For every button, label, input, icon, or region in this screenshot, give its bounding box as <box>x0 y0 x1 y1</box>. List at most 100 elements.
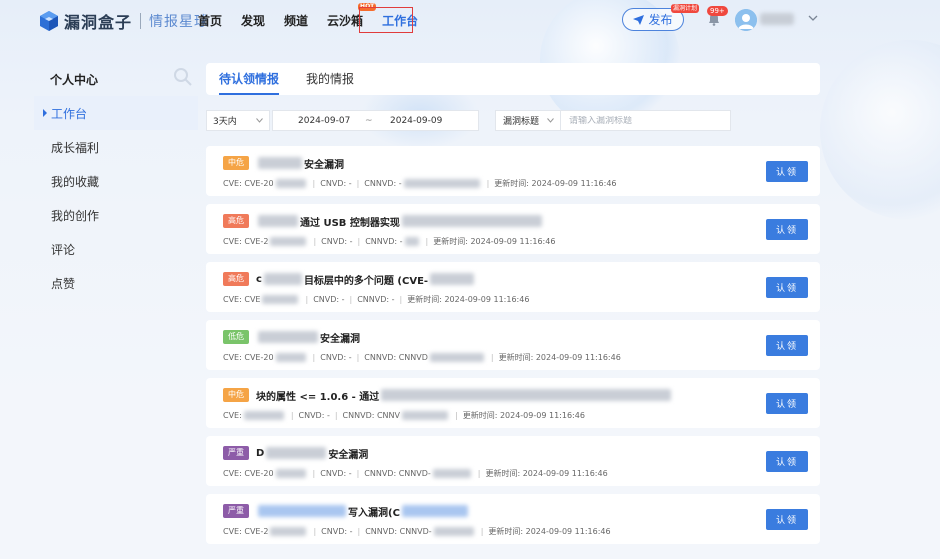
cnnvd-value: CNNVD: CNNV <box>342 410 400 420</box>
meta-divider: | <box>480 526 484 536</box>
cve-label: CVE: <box>223 468 245 478</box>
claim-button[interactable]: 认领 <box>766 161 808 182</box>
title-text: 安全漏洞 <box>320 333 360 345</box>
redacted-text <box>402 410 448 420</box>
meta-divider: | <box>356 178 360 188</box>
intel-card: 严重 D 安全漏洞 CVE: CVE-20 | CNVD: - | CNNVD:… <box>206 436 820 486</box>
sidebar-title-label: 个人中心 <box>50 72 99 87</box>
active-highlight-box <box>359 7 413 33</box>
meta-divider: | <box>312 178 316 188</box>
severity-badge: 中危 <box>223 156 249 170</box>
intel-title[interactable]: 安全漏洞 <box>256 155 344 171</box>
claim-button[interactable]: 认领 <box>766 277 808 298</box>
intel-title[interactable]: 通过 USB 控制器实现 <box>256 213 544 229</box>
meta-divider: | <box>486 178 490 188</box>
updated-time: 更新时间: 2024-09-09 11:16:46 <box>462 410 585 420</box>
username-redacted <box>760 13 794 25</box>
title-text: 写入漏洞(C <box>348 507 400 519</box>
meta-divider: | <box>477 468 481 478</box>
redacted-text <box>258 157 302 169</box>
meta-divider: | <box>490 352 494 362</box>
claim-button[interactable]: 认领 <box>766 219 808 240</box>
redacted-text <box>263 273 302 285</box>
severity-badge: 高危 <box>223 272 249 286</box>
nav-sandbox[interactable]: 云沙箱 HOT <box>327 3 377 29</box>
intel-title[interactable]: 写入漏洞(C <box>256 503 470 519</box>
search-input[interactable] <box>569 115 719 126</box>
claim-button[interactable]: 认领 <box>766 335 808 356</box>
redacted-text <box>270 236 307 246</box>
date-separator: ~ <box>365 115 373 126</box>
intel-meta: CVE: | CNVD: - | CNNVD: CNNV | 更新时间: 202… <box>223 409 585 421</box>
cnvd-value: CNVD: - <box>320 178 352 188</box>
cve-value: CVE-20 <box>244 352 274 362</box>
nav-channel[interactable]: 频道 <box>284 12 308 29</box>
severity-badge: 严重 <box>223 504 249 518</box>
date-range-picker[interactable]: 2024-09-07 ~ 2024-09-09 <box>272 110 479 131</box>
redacted-text <box>275 468 306 478</box>
claim-button[interactable]: 认领 <box>766 509 808 530</box>
redacted-text <box>262 294 299 304</box>
nav-discover[interactable]: 发现 <box>241 12 265 29</box>
meta-divider: | <box>349 294 353 304</box>
sidebar-item-comments[interactable]: 评论 <box>34 232 198 266</box>
title-text: 块的属性 <= 1.0.6 - 通过 <box>256 391 380 403</box>
sidebar-item-label: 工作台 <box>51 106 88 121</box>
redacted-text <box>258 331 318 343</box>
cnvd-value: CNVD: - <box>313 294 345 304</box>
intel-card: 低危 安全漏洞 CVE: CVE-20 | CNVD: - | CNNVD: C… <box>206 320 820 370</box>
cube-logo-icon <box>40 11 58 31</box>
tab-my-intel[interactable]: 我的情报 <box>306 63 354 95</box>
cve-value: CVE-2 <box>244 526 269 536</box>
sidebar-item-creations[interactable]: 我的创作 <box>34 198 198 232</box>
cnnvd-value: CNNVD: CNNVD- <box>364 468 431 478</box>
intel-title[interactable]: 块的属性 <= 1.0.6 - 通过 <box>256 387 673 403</box>
intel-meta: CVE: CVE | CNVD: - | CNNVD: - | 更新时间: 20… <box>223 293 529 305</box>
intel-meta: CVE: CVE-20 | CNVD: - | CNNVD: CNNVD | 更… <box>223 351 621 363</box>
send-icon <box>633 14 645 25</box>
chevron-down-icon[interactable] <box>808 14 818 22</box>
intel-title[interactable]: D 安全漏洞 <box>256 445 368 461</box>
intel-card: 中危 安全漏洞 CVE: CVE-20 | CNVD: - | CNNVD: -… <box>206 146 820 196</box>
sidebar-item-favorites[interactable]: 我的收藏 <box>34 164 198 198</box>
claim-button[interactable]: 认领 <box>766 451 808 472</box>
redacted-text <box>381 389 672 401</box>
date-end[interactable]: 2024-09-09 <box>390 116 442 126</box>
sidebar-item-growth[interactable]: 成长福利 <box>34 130 198 164</box>
intel-meta: CVE: CVE-20 | CNVD: - | CNNVD: CNNVD- | … <box>223 467 608 479</box>
sidebar-item-likes[interactable]: 点赞 <box>34 266 198 300</box>
meta-divider: | <box>357 236 361 246</box>
top-nav-bar: 漏洞盒子 情报星球 首页 发现 频道 云沙箱 HOT 工作台 发布 漏洞计划 9… <box>0 0 940 40</box>
cve-value: CVE-2 <box>244 236 269 246</box>
tab-pending-intel[interactable]: 待认领情报 <box>219 63 280 95</box>
time-range-value: 3天内 <box>213 117 237 127</box>
cnnvd-value: CNNVD: - <box>364 178 402 188</box>
time-range-select[interactable]: 3天内 <box>206 110 270 131</box>
date-start[interactable]: 2024-09-07 <box>298 116 350 126</box>
notification-count: 99+ <box>707 6 728 16</box>
redacted-text <box>401 215 542 227</box>
intel-title[interactable]: 安全漏洞 <box>256 329 360 345</box>
meta-divider: | <box>305 294 309 304</box>
nav-home[interactable]: 首页 <box>198 12 222 29</box>
title-text: 安全漏洞 <box>328 449 369 461</box>
redacted-text <box>433 526 474 536</box>
updated-time: 更新时间: 2024-09-09 11:16:46 <box>433 236 556 246</box>
avatar[interactable] <box>735 9 757 31</box>
intel-title[interactable]: c 目标层中的多个问题 (CVE- <box>256 271 476 287</box>
meta-divider: | <box>312 468 316 478</box>
title-text: 目标层中的多个问题 (CVE- <box>303 275 429 287</box>
redacted-text <box>401 505 468 517</box>
redacted-text <box>266 447 327 459</box>
redacted-text <box>275 178 306 188</box>
search-box <box>561 110 731 131</box>
cve-label: CVE: <box>223 410 242 420</box>
severity-badge: 高危 <box>223 214 249 228</box>
sidebar-item-workbench[interactable]: 工作台 <box>34 96 198 130</box>
logo[interactable]: 漏洞盒子 情报星球 <box>38 9 209 33</box>
claim-button[interactable]: 认领 <box>766 393 808 414</box>
search-type-select[interactable]: 漏洞标题 <box>495 110 561 131</box>
meta-divider: | <box>425 236 429 246</box>
cve-value: CVE <box>244 294 261 304</box>
publish-label: 发布 <box>648 13 673 27</box>
